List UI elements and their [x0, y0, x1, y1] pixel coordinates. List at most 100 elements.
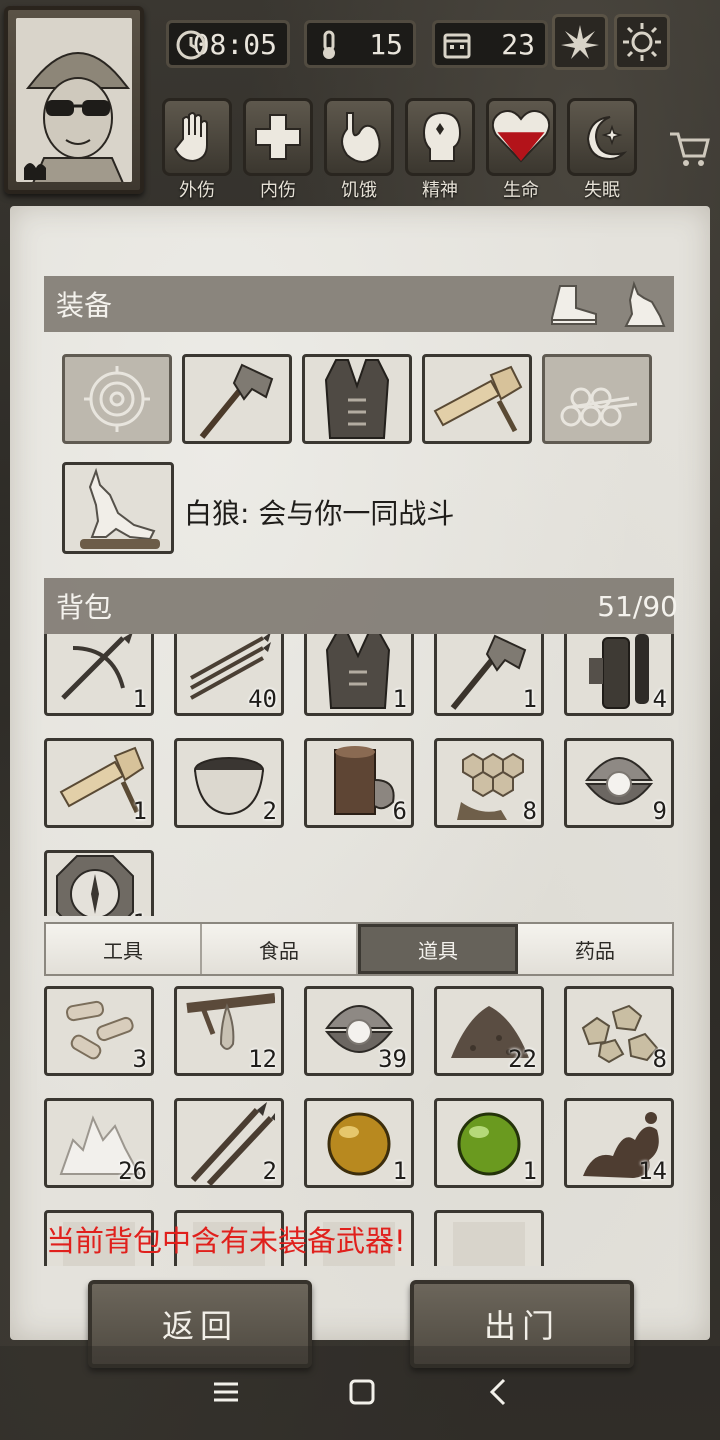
bowl-icon [194, 757, 264, 816]
status-label-mental: 精神 [422, 180, 458, 201]
bag-item-slot[interactable]: 8 [434, 738, 544, 828]
stomach-icon [341, 112, 381, 163]
tab-tools[interactable]: 工具 [46, 924, 202, 974]
tab-medicine[interactable]: 药品 [518, 924, 672, 974]
bag-section-header: 背包 51/90 [44, 578, 678, 634]
item-quantity: 1 [132, 797, 147, 825]
equip-slot-weapon[interactable] [182, 354, 292, 444]
status-health[interactable] [486, 98, 556, 176]
equip-slot-tool[interactable] [422, 354, 532, 444]
temperature-value: 15 [369, 27, 403, 61]
status-label-hunger: 饥饿 [341, 180, 377, 201]
status-mental[interactable] [405, 98, 475, 176]
back-nav-icon[interactable] [482, 1374, 518, 1410]
cart-icon[interactable] [668, 126, 712, 170]
avatar [16, 18, 132, 182]
item-quantity: 1 [522, 685, 537, 713]
storage-item-slot[interactable]: 2 [174, 1098, 284, 1188]
bag-item-slot[interactable]: 1 [304, 634, 414, 716]
vest-icon [324, 359, 390, 439]
clock-icon [176, 30, 206, 60]
home-icon[interactable] [344, 1374, 380, 1410]
axe-icon [450, 634, 527, 710]
item-quantity: 8 [522, 797, 537, 825]
white-wolf-icon [80, 467, 160, 549]
axe-icon [199, 363, 274, 439]
wood-cup-icon [334, 746, 395, 815]
item-quantity: 1 [133, 909, 147, 916]
heart-icon [492, 110, 550, 163]
equip-slot-armor[interactable] [302, 354, 412, 444]
equip-section-header: 装备 [44, 276, 674, 332]
hand-icon [173, 112, 208, 163]
temperature-display: 15 [304, 20, 416, 68]
bag-item-slot[interactable]: 1 [44, 634, 154, 716]
unequipped-weapon-warning: 当前背包中含有未装备武器! [46, 1224, 406, 1258]
bag-item-slot[interactable]: 1 [434, 634, 544, 716]
equip-slot-fuel[interactable] [542, 354, 652, 444]
leaf-icon [561, 25, 599, 59]
flashlight-icon [433, 365, 523, 433]
season-button[interactable] [552, 14, 608, 70]
item-quantity: 6 [392, 797, 407, 825]
wolf-icon[interactable] [616, 280, 672, 330]
status-internal-injury[interactable] [243, 98, 313, 176]
tab-props[interactable]: 道具 [358, 924, 518, 974]
bag-item-slot[interactable]: 1 [44, 850, 154, 916]
weather-button[interactable] [614, 14, 670, 70]
moon-icon [586, 116, 628, 161]
pet-slot[interactable] [62, 462, 174, 554]
flashlight-icon [59, 746, 145, 814]
status-insomnia[interactable] [567, 98, 637, 176]
spears-icon [190, 1102, 275, 1185]
bag-item-slot[interactable]: 4 [564, 634, 674, 716]
status-external-injury[interactable] [162, 98, 232, 176]
day-display: 23 [432, 20, 548, 68]
boot-icon[interactable] [546, 280, 602, 330]
pearl-icon [584, 757, 654, 805]
status-hunger[interactable] [324, 98, 394, 176]
status-label-internal-injury: 内伤 [260, 180, 296, 201]
storage-item-slot[interactable]: 26 [44, 1098, 154, 1188]
battery-icon [589, 634, 649, 709]
bag-item-slot[interactable]: 40 [174, 634, 284, 716]
logs-icon [560, 387, 638, 427]
bag-title: 背包 [56, 591, 113, 624]
menu-icon[interactable] [208, 1374, 244, 1410]
item-quantity: 2 [262, 1157, 277, 1185]
item-quantity: 1 [132, 685, 147, 713]
storage-item-slot[interactable]: 14 [564, 1098, 674, 1188]
bag-item-slot[interactable]: 9 [564, 738, 674, 828]
bag-grid[interactable]: 1 40 1 1 4 1 2 6 8 9 1 [44, 634, 684, 916]
tab-food[interactable]: 食品 [202, 924, 358, 974]
item-quantity: 8 [652, 1045, 667, 1073]
head-icon [422, 111, 462, 162]
status-label-external-injury: 外伤 [179, 180, 215, 201]
storage-item-slot[interactable]: 22 [434, 986, 544, 1076]
bones-icon [66, 1000, 134, 1060]
item-quantity: 1 [392, 685, 407, 713]
item-quantity: 9 [652, 797, 667, 825]
bag-item-slot[interactable]: 6 [304, 738, 414, 828]
equip-slot-accessory[interactable] [62, 354, 172, 444]
honeycomb-icon [457, 752, 524, 820]
storage-item-slot[interactable] [434, 1210, 544, 1266]
item-quantity: 2 [262, 797, 277, 825]
bag-item-slot[interactable]: 1 [44, 738, 154, 828]
storage-item-slot[interactable]: 8 [564, 986, 674, 1076]
storage-item-slot[interactable]: 1 [304, 1098, 414, 1188]
item-quantity: 39 [378, 1045, 407, 1073]
character-portrait[interactable] [4, 6, 144, 194]
item-quantity: 40 [248, 685, 277, 713]
crossbow-icon [61, 634, 133, 700]
storage-item-slot[interactable]: 3 [44, 986, 154, 1076]
storage-item-slot[interactable]: 1 [434, 1098, 544, 1188]
storage-item-slot[interactable]: 39 [304, 986, 414, 1076]
bag-item-slot[interactable]: 2 [174, 738, 284, 828]
status-label-insomnia: 失眠 [584, 180, 620, 201]
calendar-icon [443, 33, 471, 59]
pet-description: 白狼: 会与你一同战斗 [184, 497, 455, 530]
storage-item-slot[interactable]: 12 [174, 986, 284, 1076]
partial-item-icon [453, 1222, 525, 1266]
item-quantity: 22 [508, 1045, 537, 1073]
